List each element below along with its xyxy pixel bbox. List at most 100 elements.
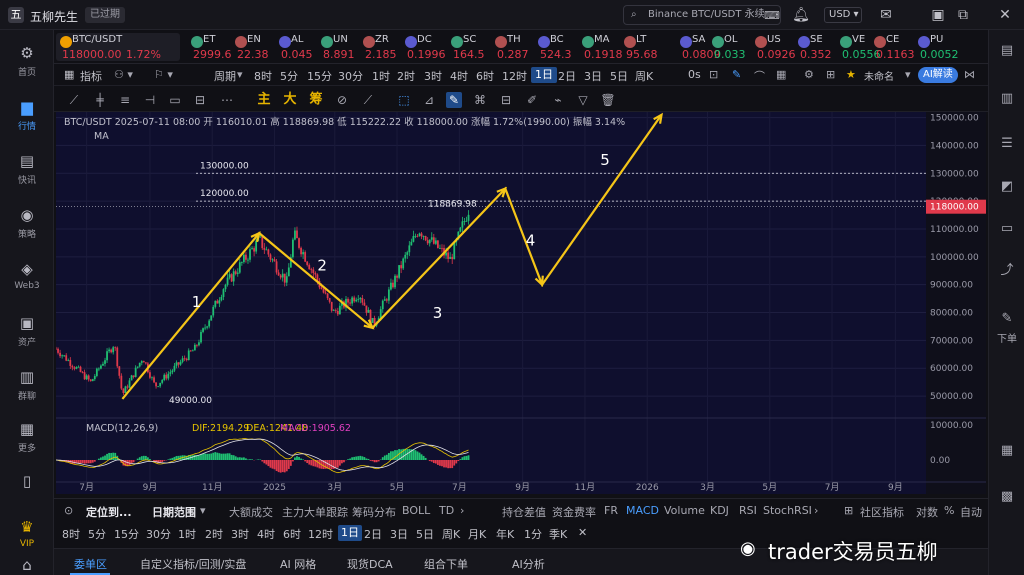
indicator-tag[interactable]: 资金费率: [552, 504, 596, 520]
parallel-channel-icon[interactable]: ≡: [117, 92, 133, 108]
main-force-button[interactable]: 主: [256, 92, 272, 108]
big-order-button[interactable]: 大: [282, 92, 298, 108]
interval-1[interactable]: 5分: [280, 68, 298, 84]
trend-icon[interactable]: ⤴: [998, 262, 1016, 280]
edit-icon[interactable]: ✐: [524, 92, 540, 108]
ai-interpret-button[interactable]: AI解读: [918, 67, 958, 83]
footer-interval-14[interactable]: 周K: [442, 526, 460, 542]
ticker-item[interactable]: SE 0.352: [794, 33, 836, 61]
footer-interval-6[interactable]: 3时: [231, 526, 249, 542]
community-indicator-button[interactable]: 社区指标: [860, 504, 904, 520]
ticker-item[interactable]: US 0.0926: [751, 33, 796, 61]
filter-icon[interactable]: ▽: [575, 92, 591, 108]
log-toggle[interactable]: 对数: [916, 504, 938, 520]
chart-area[interactable]: 130000.00 120000.00 118869.98 49000.00 1 2 3 4…: [55, 112, 986, 494]
compare-icon[interactable]: ⚐ ▾: [154, 68, 173, 81]
share-icon[interactable]: ⋈: [964, 68, 975, 81]
interval-8[interactable]: 6时: [476, 68, 494, 84]
chevron-down-icon[interactable]: ▾: [905, 68, 911, 81]
chip-button[interactable]: 筹: [308, 92, 324, 108]
layout-grid-icon[interactable]: ▦: [776, 68, 786, 81]
sidebar-item-chat[interactable]: ▥ 群聊: [0, 368, 54, 402]
interval-3[interactable]: 30分: [338, 68, 363, 84]
ticker-item[interactable]: PU 0.0052: [914, 33, 959, 61]
footer-interval-1[interactable]: 5分: [88, 526, 106, 542]
restore-icon[interactable]: ⧉: [954, 6, 972, 24]
close-icon[interactable]: ✕: [996, 6, 1014, 24]
ticker-item[interactable]: OL 0.033: [708, 33, 750, 61]
horizontal-line-icon[interactable]: ╪: [92, 92, 108, 108]
indicator-button[interactable]: 指标: [80, 68, 102, 84]
footer-interval-18[interactable]: 季K: [549, 526, 567, 542]
order-icon[interactable]: ✎: [998, 310, 1016, 328]
footer-interval-11[interactable]: 2日: [364, 526, 382, 542]
ticker-item[interactable]: MA 0.1918: [578, 33, 623, 61]
fib-icon[interactable]: ⊟: [192, 92, 208, 108]
sidebar-item-home[interactable]: ⚙ 首页: [0, 44, 54, 78]
ticker-item[interactable]: EN 22.38: [231, 33, 273, 61]
footer-interval-4[interactable]: 1时: [178, 526, 196, 542]
footer-interval-10[interactable]: 1日: [338, 525, 362, 541]
sidebar-item-settings[interactable]: ⌂: [0, 556, 54, 575]
footer-interval-15[interactable]: 月K: [468, 526, 486, 542]
footer-interval-7[interactable]: 4时: [257, 526, 275, 542]
more-icon[interactable]: ⋯: [219, 92, 235, 108]
indicator-tag[interactable]: StochRSI: [763, 504, 812, 517]
magnet-icon[interactable]: ⊘: [334, 92, 350, 108]
calc-icon[interactable]: ▩: [998, 488, 1016, 506]
rectangle-icon[interactable]: ▭: [167, 92, 183, 108]
tab-spot-dca[interactable]: 现货DCA: [347, 556, 393, 572]
indicator-tag[interactable]: MACD: [626, 504, 659, 517]
footer-interval-3[interactable]: 30分: [146, 526, 171, 542]
ticker-item[interactable]: BTC/USDT 118000.00 1.72%: [56, 33, 180, 61]
currency-select[interactable]: USD ▾: [824, 7, 862, 23]
order-label[interactable]: 下单: [989, 330, 1024, 345]
ticker-item[interactable]: ET 2999.6: [187, 33, 232, 61]
indicator-tag[interactable]: TD: [439, 504, 454, 517]
ticker-item[interactable]: SC 164.5: [447, 33, 489, 61]
interval-9[interactable]: 12时: [502, 68, 527, 84]
pen-icon[interactable]: ✎: [732, 68, 741, 81]
chart-icon[interactable]: ◩: [998, 178, 1016, 196]
indicator-tag[interactable]: Volume: [664, 504, 705, 517]
indicator-tag[interactable]: FR: [604, 504, 618, 517]
tab-ai-grid[interactable]: AI 网格: [280, 556, 316, 572]
minimize-icon[interactable]: ▣: [929, 6, 947, 24]
indicator-tag[interactable]: 筹码分布: [352, 504, 396, 520]
footer-interval-16[interactable]: 年K: [496, 526, 514, 542]
footer-interval-5[interactable]: 2时: [205, 526, 223, 542]
footer-interval-12[interactable]: 3日: [390, 526, 408, 542]
tab-custom-indicator[interactable]: 自定义指标/回测/实盘: [140, 556, 246, 572]
template-name[interactable]: 未命名: [864, 68, 894, 83]
template-icon[interactable]: ⊞: [826, 68, 835, 81]
sidebar-item-market[interactable]: ▆ 行情: [0, 98, 54, 132]
price-chart[interactable]: 130000.00 120000.00 118869.98 49000.00 1 2 3 4…: [55, 112, 986, 494]
search-input[interactable]: ⌕ Binance BTC/USDT 永续: [623, 5, 781, 25]
sidebar-item-more[interactable]: ▦ 更多: [0, 420, 54, 454]
trash-icon[interactable]: 🗑︎: [600, 92, 616, 108]
brush-icon[interactable]: ✎: [446, 92, 462, 108]
camera-icon[interactable]: ⊡: [709, 68, 718, 81]
chevron-right-icon[interactable]: ›: [460, 504, 464, 517]
settings-icon[interactable]: ⚙: [804, 68, 814, 81]
sidebar-item-vip[interactable]: ♛ VIP: [0, 518, 54, 549]
keyboard-icon[interactable]: ⌨: [763, 7, 781, 25]
interval-13[interactable]: 5日: [610, 68, 628, 84]
ticker-item[interactable]: BC 524.3: [534, 33, 576, 61]
percent-toggle[interactable]: %: [944, 504, 954, 517]
interval-11[interactable]: 2日: [558, 68, 576, 84]
interval-4[interactable]: 1时: [372, 68, 390, 84]
bell-icon[interactable]: 🔔︎: [792, 6, 810, 24]
chevron-right-icon[interactable]: ›: [814, 504, 818, 517]
indicator-tag[interactable]: KDJ: [710, 504, 729, 517]
close-icon[interactable]: ✕: [578, 526, 587, 539]
ruler-icon[interactable]: ⊿: [421, 92, 437, 108]
footer-interval-17[interactable]: 1分: [524, 526, 542, 542]
locate-button[interactable]: 定位到...: [86, 504, 132, 520]
date-range-button[interactable]: 日期范围: [152, 504, 196, 520]
lock-icon[interactable]: ⊟: [498, 92, 514, 108]
interval-14[interactable]: 周K: [635, 68, 653, 84]
tab-combo-order[interactable]: 组合下单: [424, 556, 468, 572]
sidebar-item-phone[interactable]: ▯: [0, 472, 54, 493]
pattern-icon[interactable]: ⌘: [472, 92, 488, 108]
